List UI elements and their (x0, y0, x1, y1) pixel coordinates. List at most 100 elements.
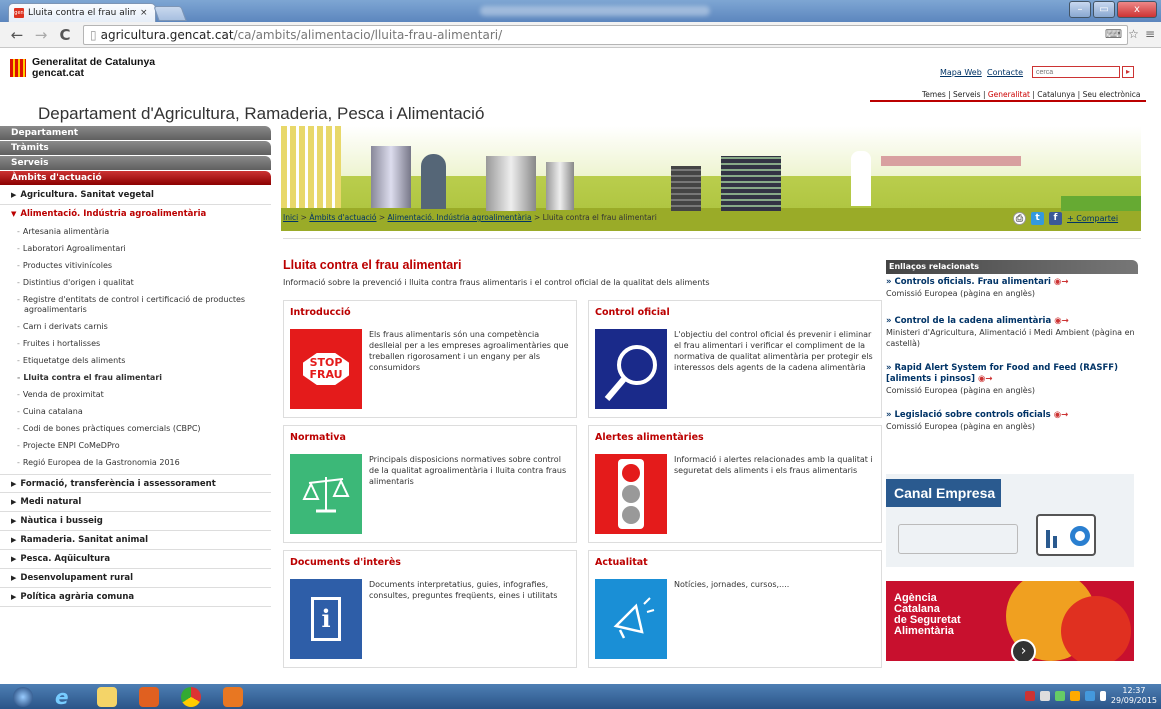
breadcrumb-ambits[interactable]: Àmbits d'actuació (309, 213, 376, 222)
nav-subitem[interactable]: - Distintius d'origen i qualitat (0, 275, 271, 292)
close-window-button[interactable]: x (1117, 1, 1157, 18)
nav-bar-serveis[interactable]: Serveis (0, 156, 271, 171)
minimize-button[interactable]: – (1069, 1, 1091, 18)
arrow-right-icon[interactable]: › (1011, 639, 1036, 661)
card-title[interactable]: Introducció (290, 307, 351, 318)
nav-section-medi-natural[interactable]: ▶ Medi natural (0, 493, 271, 512)
ie-icon[interactable]: e (46, 685, 84, 708)
related-link[interactable]: » Controls oficials. Frau alimentari ◉→ (886, 277, 1138, 288)
tray-app-icon[interactable] (1069, 691, 1080, 701)
link-contacte[interactable]: Contacte (987, 68, 1023, 77)
address-bar[interactable]: ▯ agricultura.gencat.cat/ca/ambits/alime… (83, 25, 1128, 45)
office-icon[interactable] (214, 685, 252, 708)
gencat-logo[interactable]: Generalitat de Catalunya gencat.cat (10, 57, 155, 79)
department-title[interactable]: Departament d'Agricultura, Ramaderia, Pe… (38, 104, 484, 124)
breadcrumb-inici[interactable]: Inici (283, 213, 298, 222)
nav-section-pesca[interactable]: ▶ Pesca. Aqüicultura (0, 550, 271, 569)
nav-generalitat[interactable]: Generalitat (988, 90, 1030, 99)
nav-catalunya[interactable]: Catalunya (1037, 90, 1075, 99)
acsa-banner[interactable]: Agència Catalana de Seguretat Alimentàri… (886, 581, 1134, 661)
display-icon[interactable] (1084, 691, 1095, 701)
nav-subitem[interactable]: - Codi de bones pràctiques comercials (CB… (0, 421, 271, 438)
card-title[interactable]: Alertes alimentàries (595, 432, 704, 443)
translate-icon[interactable]: ⌨ (1105, 27, 1122, 41)
nav-section-agricultura[interactable]: ▶ Agricultura. Sanitat vegetal (0, 186, 271, 205)
card-introduccio[interactable]: Introducció STOP FRAU Els fraus alimenta… (283, 300, 577, 418)
nav-subitem-current[interactable]: - Lluita contra el frau alimentari (0, 370, 271, 387)
nav-subitem[interactable]: - Etiquetatge dels aliments (0, 353, 271, 370)
card-control-oficial[interactable]: Control oficial L'objectiu del control o… (588, 300, 882, 418)
related-source: Comissió Europea (pàgina en anglès) (886, 289, 1036, 298)
nav-subitem[interactable]: - Laboratori Agroalimentari (0, 241, 271, 258)
nav-subitem[interactable]: - Cuina catalana (0, 404, 271, 421)
chart-tablet-icon (1036, 514, 1096, 556)
bookmark-star-icon[interactable]: ☆ (1128, 27, 1139, 41)
explorer-icon[interactable] (88, 685, 126, 708)
network-icon[interactable] (1039, 691, 1050, 701)
nav-subitem[interactable]: - Registre d'entitats de control i certif… (0, 292, 271, 319)
share-link[interactable]: + Compartei (1067, 214, 1118, 223)
forward-button[interactable]: → (34, 26, 48, 44)
related-links: Enllaços relacionats » Controls oficials… (886, 260, 1138, 432)
share-bar: ⎙ t f + Compartei (1013, 212, 1118, 225)
new-tab-button[interactable] (153, 6, 187, 21)
nav-serveis[interactable]: Serveis (953, 90, 981, 99)
megaphone-icon (595, 579, 667, 659)
nav-section-formacio[interactable]: ▶ Formació, transferència i assessorament (0, 474, 271, 493)
maximize-button[interactable]: ▭ (1093, 1, 1115, 18)
card-documents[interactable]: Documents d'interès i Documents interpre… (283, 550, 577, 668)
nav-subitem[interactable]: - Artesania alimentària (0, 224, 271, 241)
nav-bar-ambits[interactable]: Àmbits d'actuació (0, 171, 271, 186)
nav-subitems: - Artesania alimentària - Laboratori Agroa… (0, 224, 271, 474)
security-icon[interactable] (1024, 691, 1035, 701)
chrome-icon[interactable] (172, 685, 210, 708)
nav-bar-departament[interactable]: Departament (0, 126, 271, 141)
start-button[interactable] (4, 685, 42, 708)
nav-temes[interactable]: Temes (922, 90, 946, 99)
link-mapa-web[interactable]: Mapa Web (940, 68, 982, 77)
nav-subitem[interactable]: - Regió Europea de la Gastronomia 2016 (0, 455, 271, 472)
media-player-icon[interactable] (130, 685, 168, 708)
nav-section-desenvolupament[interactable]: ▶ Desenvolupament rural (0, 569, 271, 588)
clock[interactable]: 12:37 29/09/2015 (1111, 686, 1157, 706)
nav-bar-tramits[interactable]: Tràmits (0, 141, 271, 156)
nav-section-pac[interactable]: ▶ Política agrària comuna (0, 588, 271, 607)
back-button[interactable]: ← (10, 26, 24, 44)
canal-empresa-banner[interactable]: Canal Empresa (886, 474, 1134, 567)
update-icon[interactable] (1054, 691, 1065, 701)
top-nav: Temes | Serveis | Generalitat | Cataluny… (922, 90, 1141, 99)
nav-section-nautica[interactable]: ▶ Nàutica i busseig (0, 512, 271, 531)
card-title[interactable]: Actualitat (595, 557, 648, 568)
print-icon[interactable]: ⎙ (1013, 212, 1026, 225)
search-button[interactable]: ▸ (1122, 66, 1134, 78)
card-actualitat[interactable]: Actualitat Notícies, jornades, cursos,..… (588, 550, 882, 668)
gencat-favicon-icon: gen (14, 8, 24, 18)
related-link[interactable]: » Legislació sobre controls oficials ◉→ (886, 410, 1138, 421)
facebook-icon[interactable]: f (1049, 212, 1062, 225)
nav-subitem[interactable]: - Venda de proximitat (0, 387, 271, 404)
card-title[interactable]: Documents d'interès (290, 557, 401, 568)
related-title: Enllaços relacionats (886, 260, 1138, 274)
menu-icon[interactable]: ≡ (1145, 27, 1155, 41)
volume-icon[interactable] (1099, 691, 1106, 701)
card-normativa[interactable]: Normativa Principals disposicions normat… (283, 425, 577, 543)
nav-seu[interactable]: Seu electrònica (1083, 90, 1141, 99)
card-title[interactable]: Normativa (290, 432, 346, 443)
browser-tab[interactable]: gen Lluita contra el frau alimen × (8, 3, 156, 22)
card-alertes[interactable]: Alertes alimentàries Informació i alerte… (588, 425, 882, 543)
tab-close-icon[interactable]: × (140, 8, 148, 18)
nav-subitem[interactable]: - Carn i derivats carnis (0, 319, 271, 336)
external-arrow-icon: ◉→ (1053, 410, 1069, 420)
breadcrumb-alimentacio[interactable]: Alimentació. Indústria agroalimentària (388, 213, 532, 222)
reload-button[interactable]: C (58, 26, 72, 44)
related-link[interactable]: » Control de la cadena alimentària ◉→ (886, 316, 1138, 327)
nav-section-ramaderia[interactable]: ▶ Ramaderia. Sanitat animal (0, 531, 271, 550)
related-link[interactable]: » Rapid Alert System for Food and Feed (… (886, 363, 1138, 385)
nav-subitem[interactable]: - Projecte ENPI CoMeDPro (0, 438, 271, 455)
card-title[interactable]: Control oficial (595, 307, 670, 318)
twitter-icon[interactable]: t (1031, 212, 1044, 225)
nav-subitem[interactable]: - Productes vitivinícoles (0, 258, 271, 275)
nav-section-alimentacio[interactable]: ▼ Alimentació. Indústria agroalimentària (0, 205, 271, 224)
nav-subitem[interactable]: - Fruites i hortalisses (0, 336, 271, 353)
search-input[interactable] (1032, 66, 1120, 78)
